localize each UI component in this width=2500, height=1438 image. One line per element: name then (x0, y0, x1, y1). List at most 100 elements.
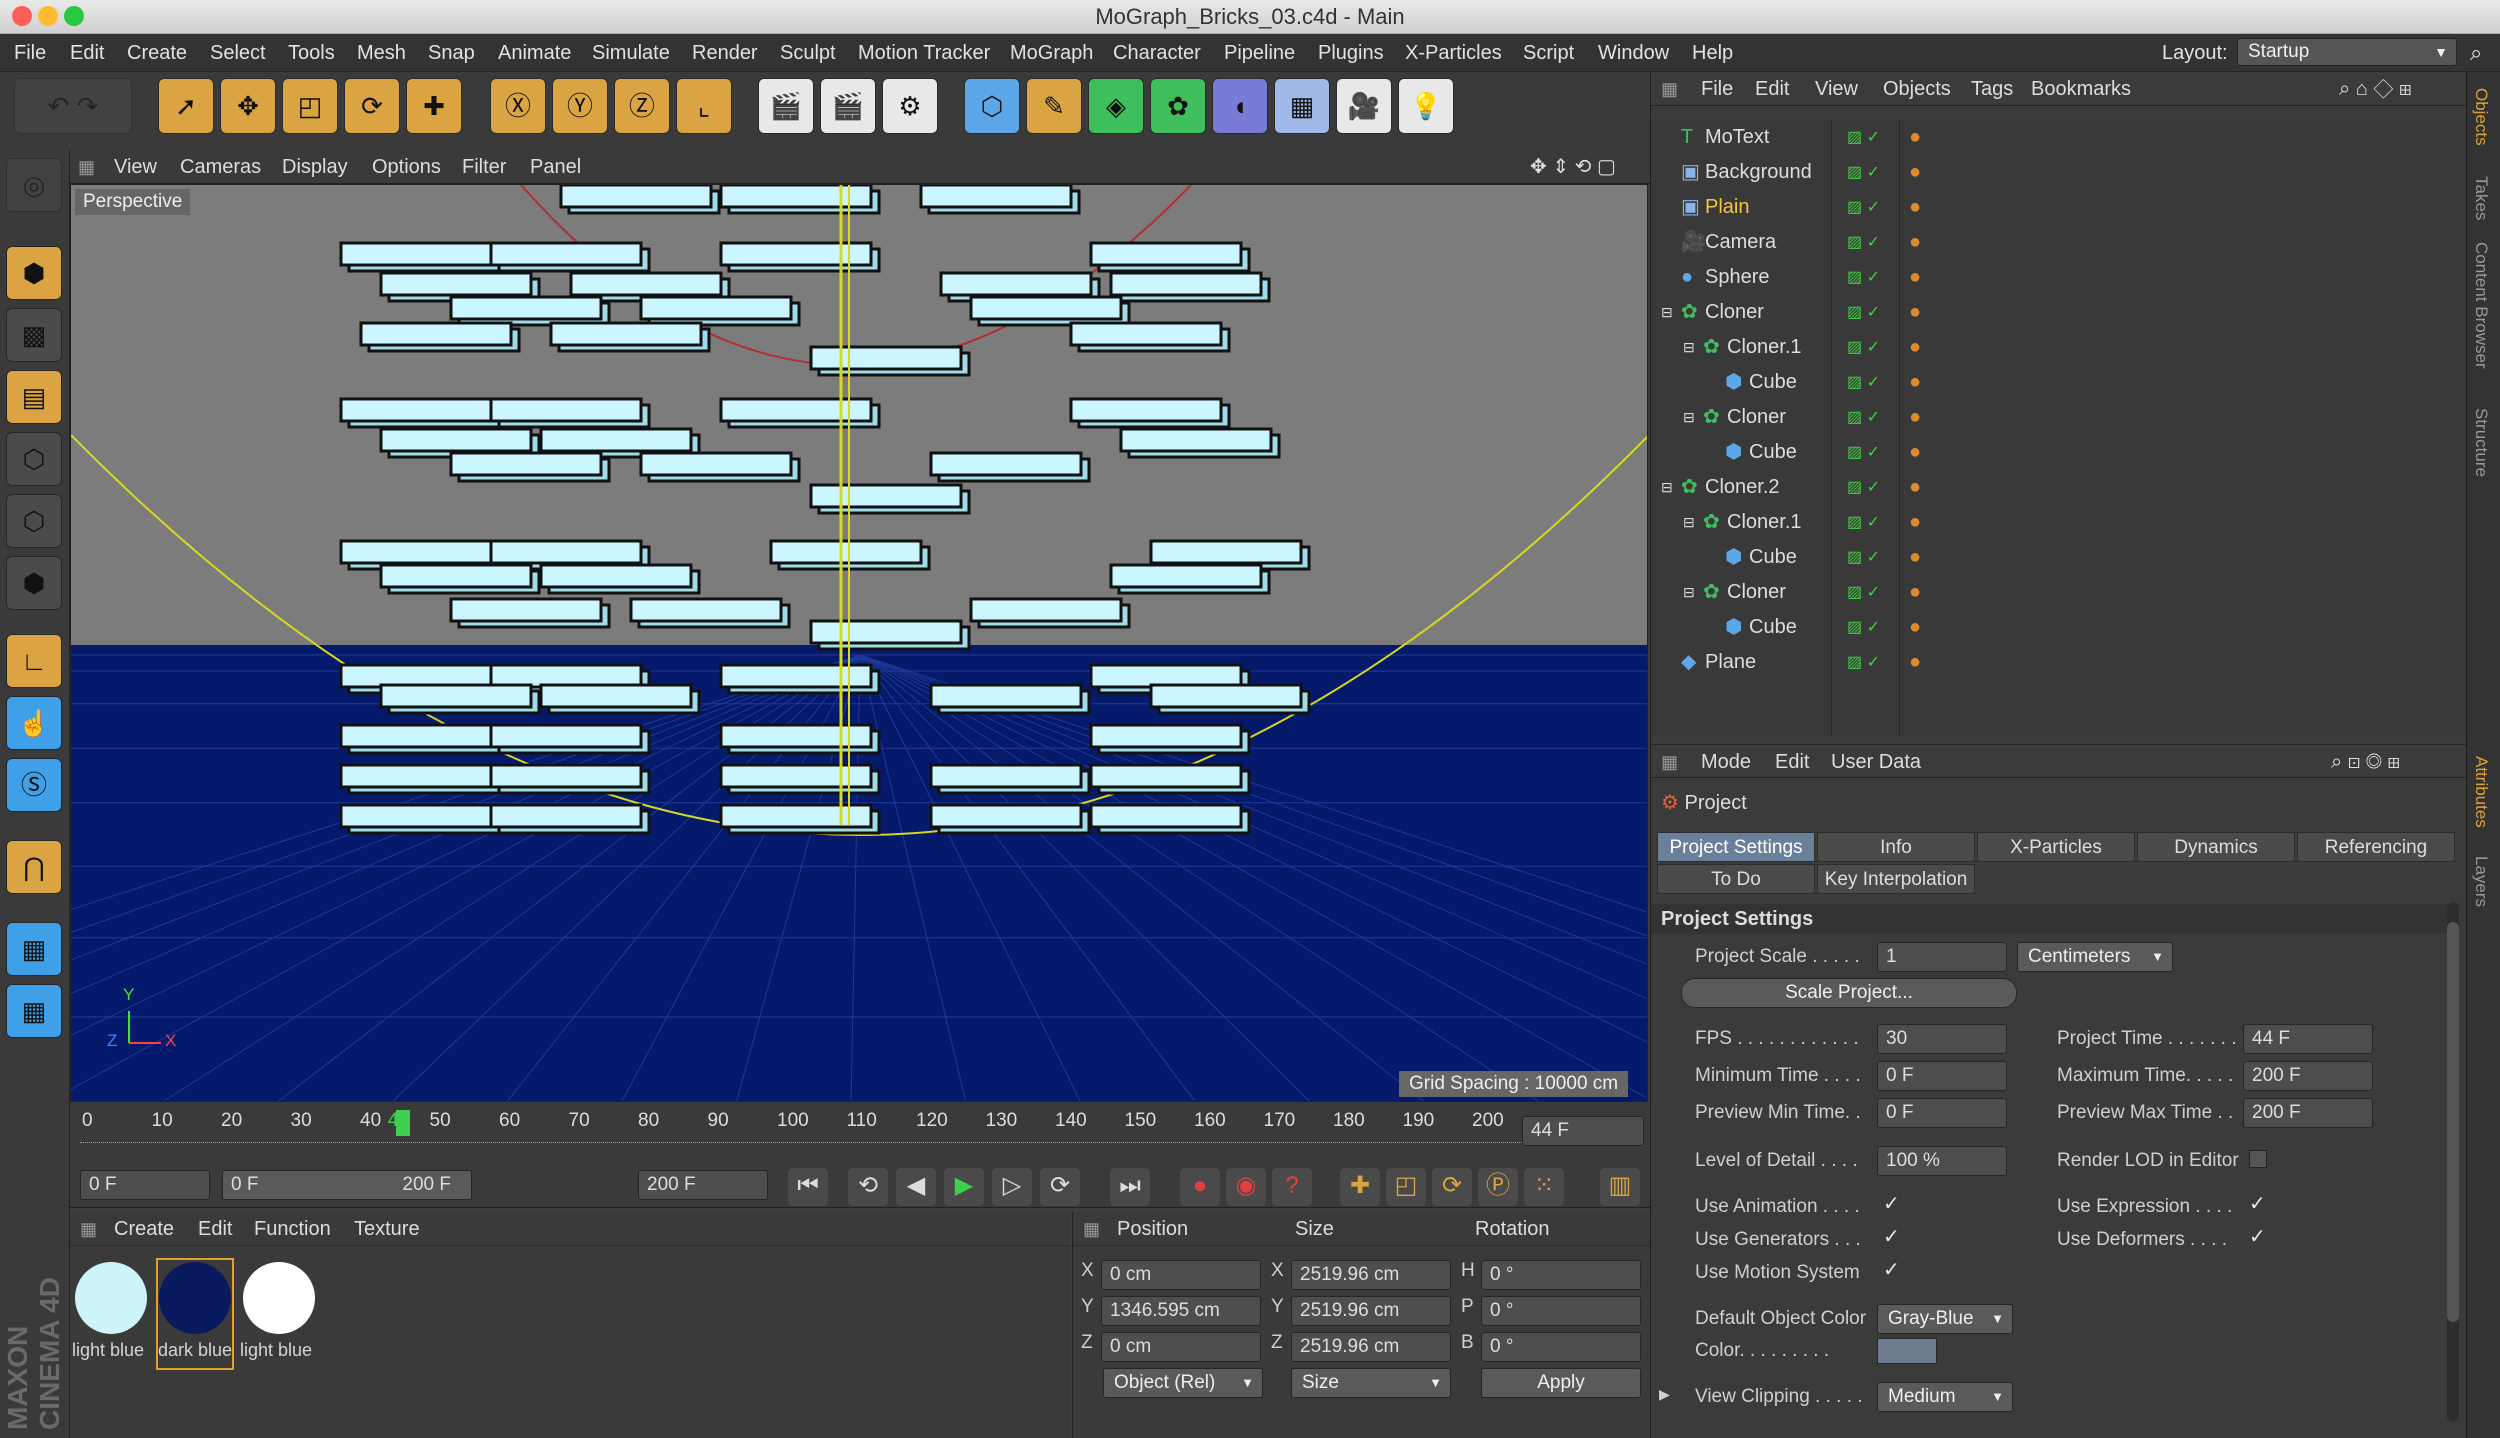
go-to-start-icon[interactable]: ⏮ (788, 1168, 828, 1206)
coordinate-system-icon[interactable]: ⌞ (676, 78, 732, 134)
snap-magnet-icon[interactable]: ⋂ (6, 840, 62, 894)
go-to-end-icon[interactable]: ⏭ (1110, 1168, 1150, 1206)
object-row[interactable]: ⬢ Cube ▨ ✓ ● (1651, 435, 2467, 470)
3d-viewport[interactable]: Perspective Y X Z Grid Spacing : 10000 c… (70, 184, 1648, 1102)
tag-icon[interactable]: ● (1909, 330, 1921, 365)
object-name[interactable]: Cloner.2 (1705, 470, 1780, 505)
objects-menu-bookmarks[interactable]: Bookmarks (2031, 72, 2131, 106)
subdivision-surface-icon[interactable]: ◈ (1088, 78, 1144, 134)
y-axis-lock-icon[interactable]: Ⓨ (552, 78, 608, 134)
object-name[interactable]: Cloner.1 (1727, 330, 1802, 365)
menu-select[interactable]: Select (210, 34, 266, 72)
object-row[interactable]: ◆ Plane ▨ ✓ ● (1651, 645, 2467, 680)
menu-simulate[interactable]: Simulate (592, 34, 670, 72)
select-tool-icon[interactable]: ➚ (158, 78, 214, 134)
live-selection-icon[interactable]: ✚ (406, 78, 462, 134)
expand-arrow-icon[interactable]: ▶ (1659, 1386, 1670, 1403)
object-row[interactable]: ▣ Plain ▨ ✓ ● (1651, 190, 2467, 225)
preview-min-time-field[interactable]: 0 F (1877, 1098, 2007, 1128)
menu-x-particles[interactable]: X-Particles (1405, 34, 1502, 72)
tab-x-particles[interactable]: X-Particles (1977, 832, 2135, 862)
attributes-menu-edit[interactable]: Edit (1775, 745, 1809, 779)
keyframe-selection-icon[interactable]: ? (1272, 1168, 1312, 1206)
timeline-ruler[interactable]: 0102030404450607080901001101201301401501… (70, 1102, 1650, 1162)
points-mode-icon[interactable]: ⬡ (6, 432, 62, 486)
cloner-icon[interactable]: ✿ (1150, 78, 1206, 134)
key-scale-icon[interactable]: ◰ (1386, 1168, 1426, 1206)
object-row[interactable]: ⬢ Cube ▨ ✓ ● (1651, 610, 2467, 645)
polygons-mode-icon[interactable]: ⬢ (6, 556, 62, 610)
object-name[interactable]: MoText (1705, 120, 1769, 155)
viewport-menu-cameras[interactable]: Cameras (180, 150, 261, 184)
visibility-toggle-icon[interactable]: ▨ ✓ (1847, 435, 1880, 470)
tab-key-interpolation[interactable]: Key Interpolation (1817, 864, 1975, 894)
tag-icon[interactable]: ● (1909, 190, 1921, 225)
attributes-menu-user-data[interactable]: User Data (1831, 745, 1921, 779)
material-swatch[interactable]: dark blue (156, 1258, 234, 1370)
object-row[interactable]: 🎥 Camera ▨ ✓ ● (1651, 225, 2467, 260)
visibility-toggle-icon[interactable]: ▨ ✓ (1847, 645, 1880, 680)
object-row[interactable]: ⊟ ✿ Cloner.1 ▨ ✓ ● (1651, 505, 2467, 540)
menu-pipeline[interactable]: Pipeline (1224, 34, 1295, 72)
tag-icon[interactable]: ● (1909, 470, 1921, 505)
preview-max-time-field[interactable]: 200 F (2243, 1098, 2373, 1128)
next-frame-icon[interactable]: ▷ (992, 1168, 1032, 1206)
viewport-menu-options[interactable]: Options (372, 150, 441, 184)
object-row[interactable]: ⊟ ✿ Cloner.1 ▨ ✓ ● (1651, 330, 2467, 365)
object-row[interactable]: ⬢ Cube ▨ ✓ ● (1651, 365, 2467, 400)
attributes-toolbar-icons[interactable]: ⌕ ⊡ ◎ ⊞ (2331, 745, 2400, 779)
drag-handle-icon[interactable]: ▦ (1083, 1212, 1100, 1246)
visibility-toggle-icon[interactable]: ▨ ✓ (1847, 365, 1880, 400)
light-icon[interactable]: 💡 (1398, 78, 1454, 134)
visibility-toggle-icon[interactable]: ▨ ✓ (1847, 330, 1880, 365)
floor-icon[interactable]: ▦ (1274, 78, 1330, 134)
tag-icon[interactable]: ● (1909, 610, 1921, 645)
visibility-toggle-icon[interactable]: ▨ ✓ (1847, 295, 1880, 330)
menu-mesh[interactable]: Mesh (357, 34, 406, 72)
key-position-icon[interactable]: ✚ (1340, 1168, 1380, 1206)
object-row[interactable]: ⊟ ✿ Cloner ▨ ✓ ● (1651, 295, 2467, 330)
collapse-icon[interactable]: ⊟ (1683, 330, 1695, 365)
visibility-toggle-icon[interactable]: ▨ ✓ (1847, 470, 1880, 505)
menu-script[interactable]: Script (1523, 34, 1574, 72)
menu-animate[interactable]: Animate (498, 34, 571, 72)
tag-icon[interactable]: ● (1909, 575, 1921, 610)
object-name[interactable]: Cloner (1727, 400, 1786, 435)
tag-icon[interactable]: ● (1909, 120, 1921, 155)
tab-project-settings[interactable]: Project Settings (1657, 832, 1815, 862)
object-name[interactable]: Background (1705, 155, 1812, 190)
menu-character[interactable]: Character (1113, 34, 1201, 72)
use-deformers-checkbox[interactable]: ✓ (2249, 1227, 2269, 1247)
size-mode-select[interactable]: Size ▼ (1291, 1368, 1451, 1398)
key-rotation-icon[interactable]: ⟳ (1432, 1168, 1472, 1206)
start-frame-field[interactable]: 0 F (80, 1170, 210, 1200)
play-icon[interactable]: ▶ (944, 1168, 984, 1206)
viewport-menu-filter[interactable]: Filter (462, 150, 506, 184)
menu-window[interactable]: Window (1598, 34, 1669, 72)
rotation-field[interactable]: 0 ° (1481, 1260, 1641, 1290)
rotation-field[interactable]: 0 ° (1481, 1296, 1641, 1326)
side-tab-content-browser[interactable]: Content Browser (2471, 242, 2491, 369)
side-tab-attributes[interactable]: Attributes (2471, 756, 2491, 828)
visibility-toggle-icon[interactable]: ▨ ✓ (1847, 155, 1880, 190)
timeline-window-icon[interactable]: ▥ (1600, 1168, 1640, 1206)
object-name[interactable]: Cloner (1705, 295, 1764, 330)
previous-key-icon[interactable]: ⟲ (848, 1168, 888, 1206)
viewport-menu-display[interactable]: Display (282, 150, 348, 184)
menu-motion-tracker[interactable]: Motion Tracker (858, 34, 990, 72)
visibility-toggle-icon[interactable]: ▨ ✓ (1847, 260, 1880, 295)
objects-menu-edit[interactable]: Edit (1755, 72, 1789, 106)
make-editable-icon[interactable]: ◎ (6, 158, 62, 212)
z-axis-lock-icon[interactable]: Ⓩ (614, 78, 670, 134)
drag-handle-icon[interactable]: ▦ (80, 1212, 97, 1246)
planar-workplane-icon[interactable]: ▦ (6, 984, 62, 1038)
use-animation-checkbox[interactable]: ✓ (1883, 1194, 1903, 1214)
object-name[interactable]: Plain (1705, 190, 1749, 225)
menu-plugins[interactable]: Plugins (1318, 34, 1384, 72)
object-name[interactable]: Cloner (1727, 575, 1786, 610)
search-icon[interactable]: ⌕ (2470, 34, 2482, 72)
next-key-icon[interactable]: ⟳ (1040, 1168, 1080, 1206)
tab-referencing[interactable]: Referencing (2297, 832, 2455, 862)
project-time-field[interactable]: 44 F (2243, 1024, 2373, 1054)
visibility-toggle-icon[interactable]: ▨ ✓ (1847, 505, 1880, 540)
